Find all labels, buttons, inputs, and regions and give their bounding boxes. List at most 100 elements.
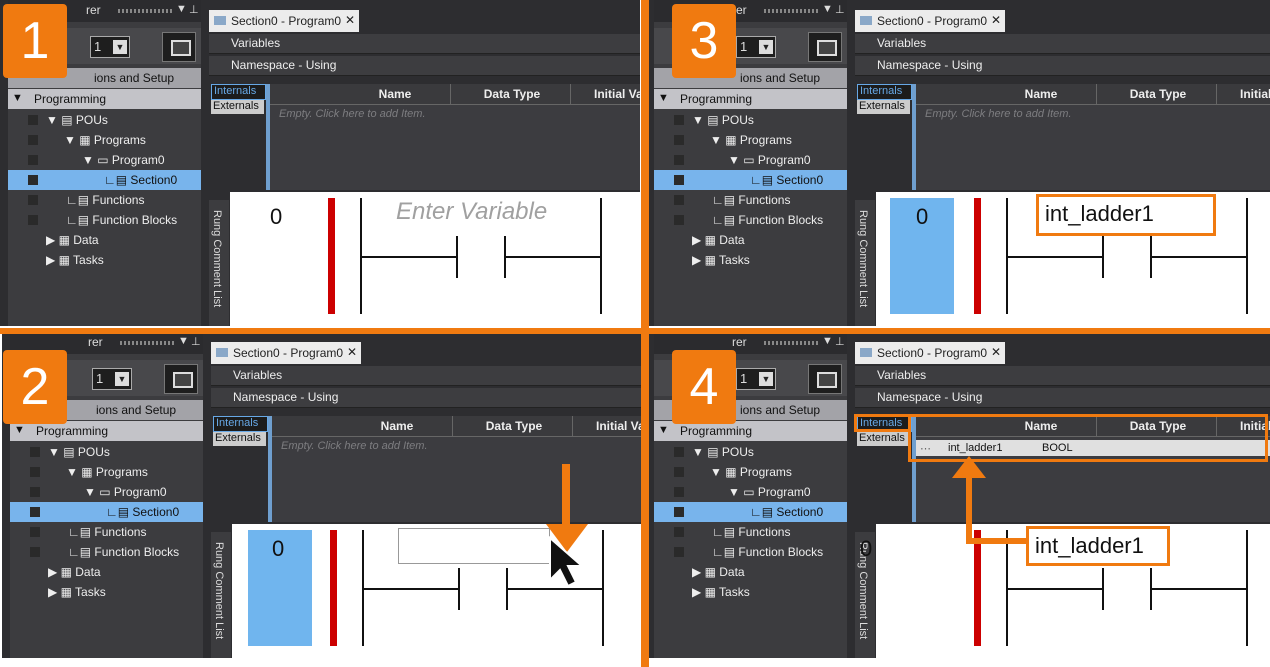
column-name[interactable]: Name [330,87,460,101]
checkbox[interactable] [674,195,684,205]
checkbox[interactable] [674,467,684,477]
variable-table[interactable]: Name Data Type Initial Value Empty. Clic… [268,416,642,522]
tab-section0-program0[interactable]: Section0 - Program0 ✕ [855,10,1005,32]
programming-header[interactable]: ▼ Programming [8,89,201,109]
tree-item-section0[interactable]: ∟▤ Section0 [654,170,847,190]
tree-item-function-blocks[interactable]: ∟▤ Function Blocks [654,542,847,562]
namespace-header[interactable]: Namespace - Using [211,388,642,408]
rung-comment-list[interactable]: Rung Comment List [209,200,229,326]
rung-comment-list[interactable]: Rung Comment List [855,200,875,326]
rung-comment-list[interactable]: Rung Comment List [211,532,231,658]
tree-item-section0[interactable]: ∟▤ Section0 [8,170,201,190]
collapse-icon[interactable]: ▼ [658,424,669,436]
tab-externals[interactable]: Externals [211,100,264,114]
pin-icon[interactable]: ⊥ [835,335,845,348]
programming-header[interactable]: ▼ Programming [654,89,847,109]
dropdown-arrow-icon[interactable]: ▼ [176,3,187,15]
tree-item-program0[interactable]: ▼ ▭ Program0 [8,150,201,170]
tab-internals[interactable]: Internals [213,416,268,432]
contact-left-bar[interactable] [458,568,460,610]
tab-section0-program0[interactable]: Section0 - Program0 ✕ [209,10,359,32]
checkbox[interactable] [28,155,38,165]
column-initial-value[interactable]: Initial Value [572,87,640,101]
tree-item-functions[interactable]: ∟▤ Functions [10,522,203,542]
pin-icon[interactable]: ⊥ [191,335,201,348]
column-data-type[interactable]: Data Type [454,419,574,433]
tree-item-programs[interactable]: ▼ ▦ Programs [654,462,847,482]
close-icon[interactable]: ✕ [345,13,355,27]
empty-hint[interactable]: Empty. Click here to add Item. [281,440,428,452]
checkbox[interactable] [674,447,684,457]
tab-internals[interactable]: Internals [211,84,266,100]
column-data-type[interactable]: Data Type [1098,87,1218,101]
tree-item-tasks[interactable]: ▶ ▦ Tasks [654,250,847,270]
typed-variable-callout[interactable]: int_ladder1 [1036,194,1216,236]
variables-header[interactable]: Variables [855,34,1270,54]
tab-internals[interactable]: Internals [857,84,912,100]
checkbox[interactable] [674,527,684,537]
ladder-editor[interactable]: 0 int_ladder1 [860,456,1270,658]
tree-item-function-blocks[interactable]: ∟▤ Function Blocks [10,542,203,562]
variables-header[interactable]: Variables [209,34,640,54]
tree-item-pous[interactable]: ▼ ▤ POUs [8,110,201,130]
tab-section0-program0[interactable]: Section0 - Program0 ✕ [211,342,361,364]
checkbox[interactable] [28,115,38,125]
tree-item-functions[interactable]: ∟▤ Functions [654,190,847,210]
checkbox[interactable] [674,135,684,145]
close-icon[interactable]: ✕ [991,13,1001,27]
ladder-editor[interactable]: 0 Enter Variable [230,192,640,326]
tab-externals[interactable]: Externals [857,100,910,114]
device-dropdown[interactable]: 1 ▼ [736,36,776,58]
column-data-type[interactable]: Data Type [452,87,572,101]
tree-item-programs[interactable]: ▼ ▦ Programs [654,130,847,150]
checkbox[interactable] [30,487,40,497]
tree-item-data[interactable]: ▶ ▦ Data [8,230,201,250]
drag-grip[interactable] [764,341,820,345]
dropdown-arrow-icon[interactable]: ▼ [822,335,833,347]
device-dropdown[interactable]: 1 ▼ [92,368,132,390]
tree-item-data[interactable]: ▶ ▦ Data [10,562,203,582]
device-dropdown[interactable]: 1 ▼ [90,36,130,58]
checkbox[interactable] [30,527,40,537]
checkbox[interactable] [28,215,38,225]
tree-item-function-blocks[interactable]: ∟▤ Function Blocks [654,210,847,230]
tree-item-tasks[interactable]: ▶ ▦ Tasks [654,582,847,602]
tree-item-programs[interactable]: ▼ ▦ Programs [10,462,203,482]
tree-item-program0[interactable]: ▼ ▭ Program0 [654,482,847,502]
variable-table[interactable]: Name Data Type Initial Value Empty. Clic… [912,84,1270,190]
namespace-header[interactable]: Namespace - Using [855,56,1270,76]
checkbox[interactable] [30,467,40,477]
pin-icon[interactable]: ⊥ [835,3,845,16]
drag-grip[interactable] [118,9,174,13]
tree-item-section0[interactable]: ∟▤ Section0 [10,502,203,522]
close-icon[interactable]: ✕ [991,345,1001,359]
empty-hint[interactable]: Empty. Click here to add Item. [925,108,1072,120]
checkbox[interactable] [674,547,684,557]
tree-item-functions[interactable]: ∟▤ Functions [8,190,201,210]
column-initial-value[interactable]: Initial Value [1218,87,1270,101]
tree-item-section0[interactable]: ∟▤ Section0 [654,502,847,522]
chevron-down-icon[interactable]: ▼ [759,372,773,386]
namespace-header[interactable]: Namespace - Using [855,388,1270,408]
checkbox[interactable] [674,487,684,497]
tree-item-data[interactable]: ▶ ▦ Data [654,230,847,250]
chevron-down-icon[interactable]: ▼ [115,372,129,386]
contact-left-bar[interactable] [1102,568,1104,610]
tree-item-programs[interactable]: ▼ ▦ Programs [8,130,201,150]
chevron-down-icon[interactable]: ▼ [113,40,127,54]
programming-header[interactable]: ▼ Programming [654,421,847,441]
tree-item-program0[interactable]: ▼ ▭ Program0 [10,482,203,502]
device-icon[interactable] [162,32,196,62]
tree-item-pous[interactable]: ▼ ▤ POUs [654,110,847,130]
tab-externals[interactable]: Externals [213,432,266,446]
tree-item-tasks[interactable]: ▶ ▦ Tasks [8,250,201,270]
tree-item-function-blocks[interactable]: ∟▤ Function Blocks [8,210,201,230]
tree-item-pous[interactable]: ▼ ▤ POUs [10,442,203,462]
tab-section0-program0[interactable]: Section0 - Program0 ✕ [855,342,1005,364]
checkbox[interactable] [30,547,40,557]
pin-icon[interactable]: ⊥ [189,3,199,16]
checkbox[interactable] [674,115,684,125]
checkbox[interactable] [28,135,38,145]
checkbox[interactable] [674,155,684,165]
checkbox[interactable] [30,447,40,457]
